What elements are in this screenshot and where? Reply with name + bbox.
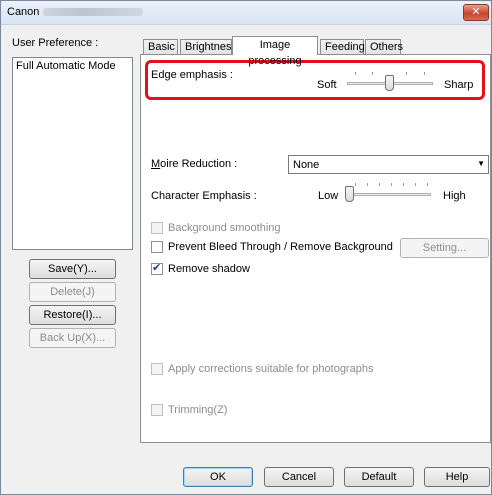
character-emphasis-thumb[interactable] (345, 186, 354, 202)
default-button[interactable]: Default (344, 467, 414, 487)
character-emphasis-max-label: High (443, 190, 466, 202)
backup-button[interactable]: Back Up(X)... (29, 328, 116, 348)
tab-brightness[interactable]: Brightness (180, 39, 237, 55)
slider-tick (367, 183, 368, 186)
restore-button[interactable]: Restore(I)... (29, 305, 116, 325)
character-emphasis-label: Character Emphasis : (151, 190, 257, 202)
moire-reduction-select[interactable]: None ▼ (288, 155, 489, 174)
setting-button[interactable]: Setting... (400, 238, 489, 258)
slider-tick (355, 72, 356, 75)
cancel-button[interactable]: Cancel (264, 467, 334, 487)
slider-tick (372, 72, 373, 75)
remove-shadow-checkbox[interactable] (151, 261, 163, 275)
prevent-bleed-label: Prevent Bleed Through / Remove Backgroun… (168, 241, 393, 253)
title-bar: Canon ✕ (1, 1, 491, 25)
user-preference-label: User Preference : (12, 37, 99, 49)
tab-image-processing[interactable]: Image processing (232, 36, 318, 67)
edge-emphasis-label: Edge emphasis : (151, 69, 233, 81)
edge-emphasis-max-label: Sharp (444, 79, 474, 91)
background-smoothing-label: Background smoothing (168, 222, 281, 234)
character-emphasis-min-label: Low (318, 190, 339, 202)
apply-corrections-label: Apply corrections suitable for photograp… (168, 363, 374, 375)
background-smoothing-checkbox[interactable] (151, 222, 163, 234)
moire-reduction-value: None (293, 159, 320, 171)
close-button[interactable]: ✕ (463, 4, 489, 21)
user-preference-list[interactable]: Full Automatic Mode (12, 57, 133, 250)
trimming-checkbox[interactable] (151, 404, 163, 416)
ok-button[interactable]: OK (183, 467, 253, 487)
slider-tick (406, 72, 407, 75)
list-item[interactable]: Full Automatic Mode (16, 60, 116, 72)
edge-emphasis-thumb[interactable] (385, 75, 394, 91)
save-button[interactable]: Save(Y)... (29, 259, 116, 279)
slider-tick (379, 183, 380, 186)
slider-tick (403, 183, 404, 186)
help-button[interactable]: Help (424, 467, 490, 487)
window-title-redacted (43, 8, 143, 16)
moire-reduction-label: Moire Reduction : (151, 158, 238, 170)
trimming-label: Trimming(Z) (168, 404, 228, 416)
prevent-bleed-checkbox[interactable] (151, 241, 163, 253)
edge-emphasis-min-label: Soft (317, 79, 337, 91)
window-title: Canon (7, 6, 40, 18)
slider-tick (415, 183, 416, 186)
tab-feeding[interactable]: Feeding (320, 39, 365, 55)
remove-shadow-label: Remove shadow (168, 263, 250, 275)
chevron-down-icon: ▼ (477, 159, 485, 168)
slider-tick (391, 183, 392, 186)
tab-others[interactable]: Others (365, 39, 403, 55)
slider-tick (355, 183, 356, 186)
character-emphasis-slider[interactable] (345, 182, 431, 204)
apply-corrections-checkbox[interactable] (151, 363, 163, 375)
character-emphasis-track (345, 193, 431, 196)
slider-tick (424, 72, 425, 75)
tab-basic[interactable]: Basic (143, 39, 178, 55)
slider-tick (427, 183, 428, 186)
scanner-settings-window: Canon ✕ User Preference : Full Automatic… (0, 0, 492, 495)
edge-emphasis-slider[interactable] (347, 71, 433, 93)
delete-button[interactable]: Delete(J) (29, 282, 116, 302)
